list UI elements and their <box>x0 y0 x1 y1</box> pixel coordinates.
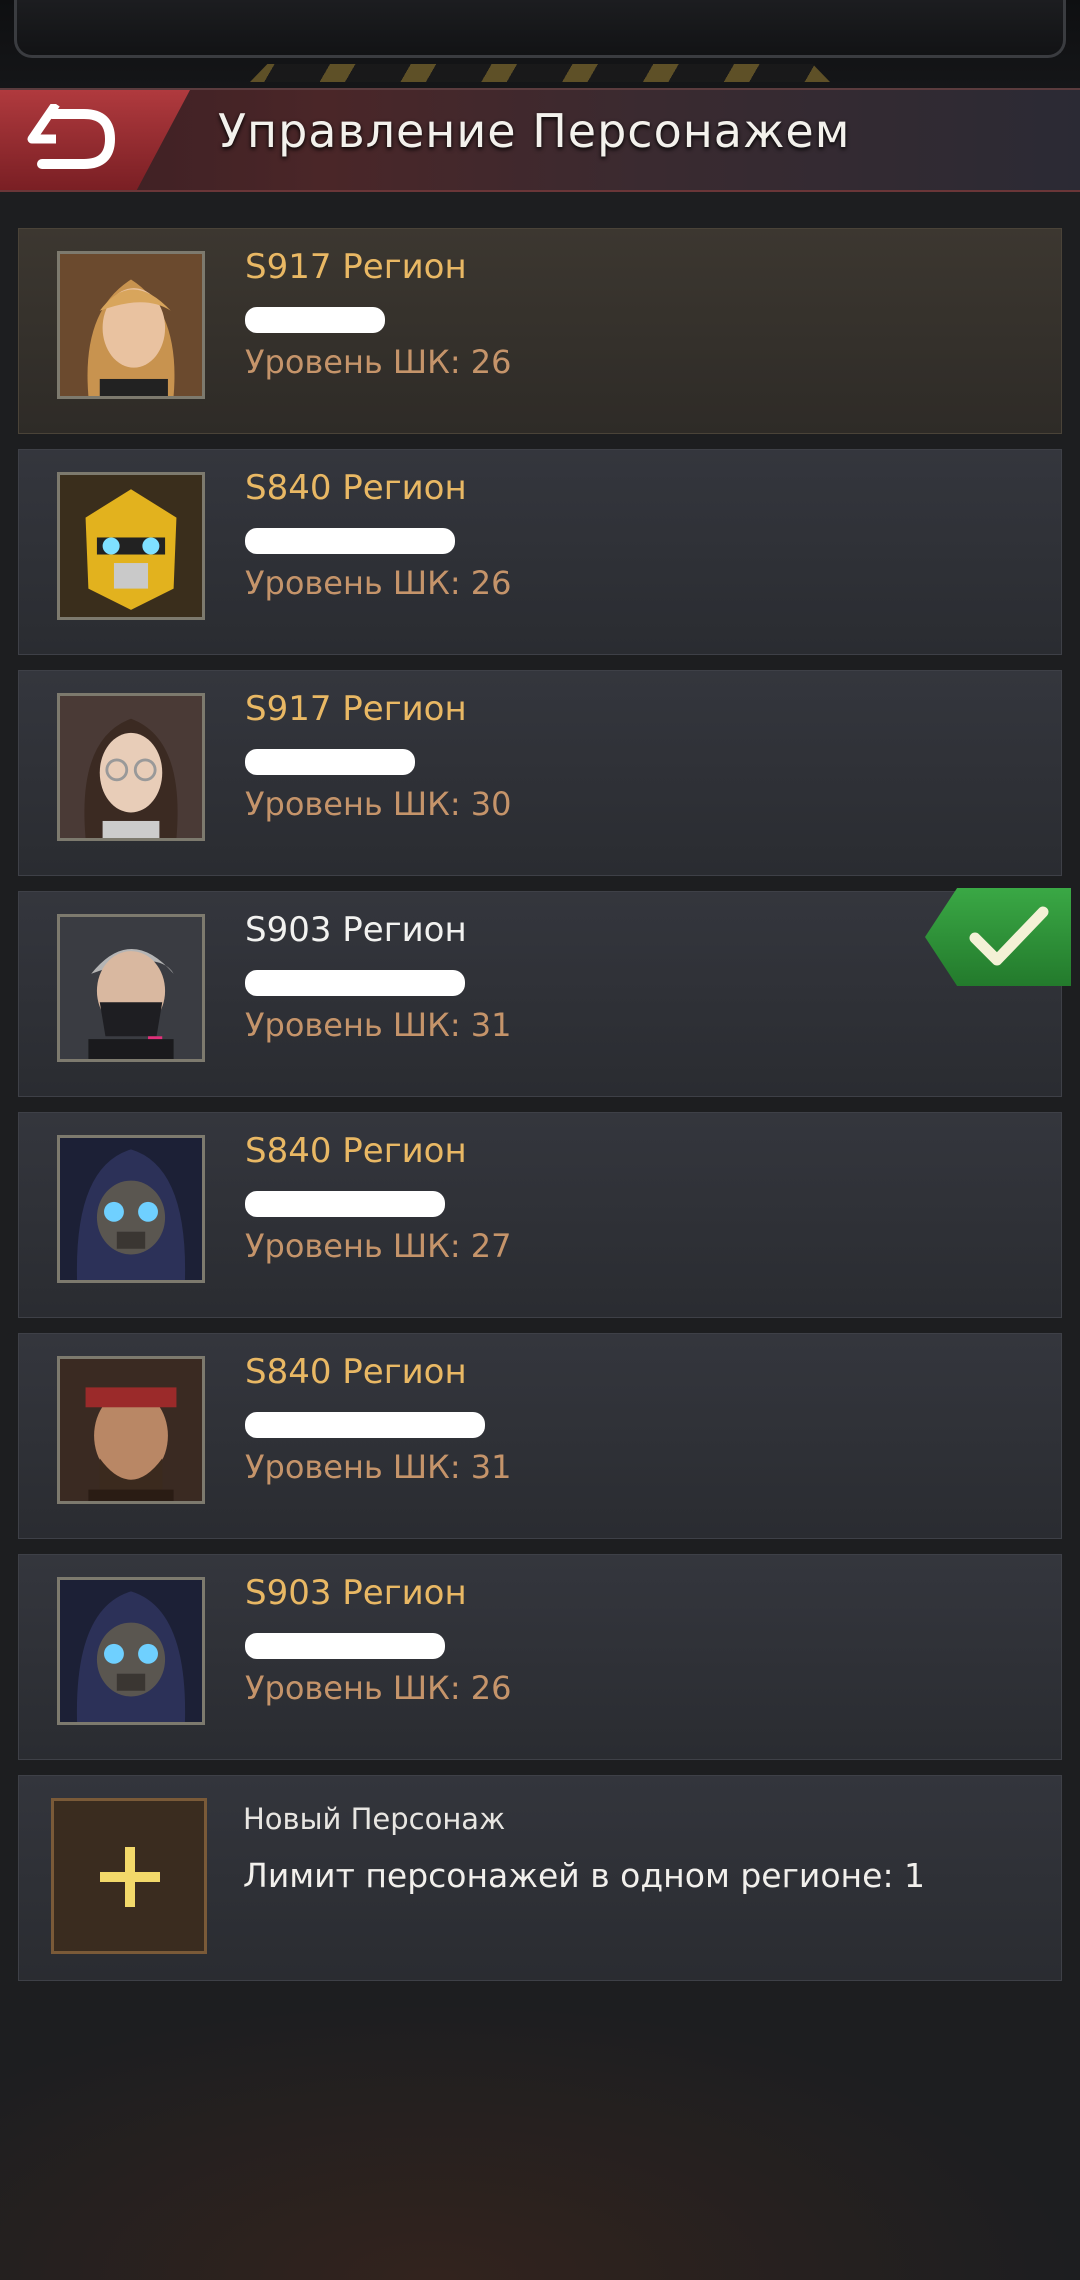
plus-icon <box>100 1847 160 1907</box>
hooded-robot-icon <box>60 1580 202 1722</box>
hidden-name <box>245 307 385 333</box>
woman-blonde-icon <box>60 254 202 396</box>
new-character-title: Новый Персонаж <box>243 1802 506 1836</box>
new-character-button[interactable]: Новый Персонаж Лимит персонажей в одном … <box>18 1775 1062 1981</box>
region-label: S917 Регион <box>245 689 467 729</box>
character-limit-text: Лимит персонажей в одном регионе: 1 <box>243 1856 926 1895</box>
region-label: S840 Регион <box>245 1131 467 1171</box>
hidden-name <box>245 1412 485 1438</box>
character-card[interactable]: S917 Регион Уровень ШК: 30 <box>18 670 1062 876</box>
top-frame-panel <box>14 0 1066 58</box>
level-label: Уровень ШК: 26 <box>245 1669 512 1707</box>
avatar <box>57 1577 205 1725</box>
avatar <box>57 1356 205 1504</box>
level-label: Уровень ШК: 31 <box>245 1006 512 1044</box>
region-label: S840 Регион <box>245 1352 467 1392</box>
hooded-robot-icon <box>60 1138 202 1280</box>
avatar <box>57 914 205 1062</box>
masked-man-icon <box>60 917 202 1059</box>
level-label: Уровень ШК: 27 <box>245 1227 512 1265</box>
level-label: Уровень ШК: 26 <box>245 343 512 381</box>
region-label: S903 Регион <box>245 1573 467 1613</box>
level-label: Уровень ШК: 30 <box>245 785 512 823</box>
avatar <box>57 472 205 620</box>
back-arrow-icon <box>27 104 116 169</box>
character-card[interactable]: S903 Регион Уровень ШК: 26 <box>18 1554 1062 1760</box>
hidden-name <box>245 749 415 775</box>
background-glow <box>0 2000 1080 2280</box>
character-list: S917 Регион Уровень ШК: 26 S840 Регион У… <box>18 228 1071 1981</box>
character-card[interactable]: S917 Регион Уровень ШК: 26 <box>18 228 1062 434</box>
top-frame <box>0 0 1080 88</box>
level-label: Уровень ШК: 31 <box>245 1448 512 1486</box>
avatar <box>57 1135 205 1283</box>
pirate-man-icon <box>60 1359 202 1501</box>
character-card[interactable]: S903 Регион Уровень ШК: 31 <box>18 888 1071 1097</box>
region-label: S840 Регион <box>245 468 467 508</box>
character-card[interactable]: S840 Регион Уровень ШК: 27 <box>18 1112 1062 1318</box>
avatar <box>57 251 205 399</box>
level-label: Уровень ШК: 26 <box>245 564 512 602</box>
plus-box <box>51 1798 207 1954</box>
region-label: S903 Регион <box>245 910 467 950</box>
region-label: S917 Регион <box>245 247 467 287</box>
hidden-name <box>245 528 455 554</box>
hidden-name <box>245 970 465 996</box>
character-card[interactable]: S840 Регион Уровень ШК: 26 <box>18 449 1062 655</box>
checkmark-icon <box>969 906 1049 966</box>
hazard-stripes <box>250 64 830 82</box>
hidden-name <box>245 1633 445 1659</box>
yellow-robot-icon <box>60 475 202 617</box>
page-title: Управление Персонажем <box>218 104 851 158</box>
selected-badge <box>925 888 1071 986</box>
avatar <box>57 693 205 841</box>
woman-glasses-icon <box>60 696 202 838</box>
character-card[interactable]: S840 Регион Уровень ШК: 31 <box>18 1333 1062 1539</box>
hidden-name <box>245 1191 445 1217</box>
